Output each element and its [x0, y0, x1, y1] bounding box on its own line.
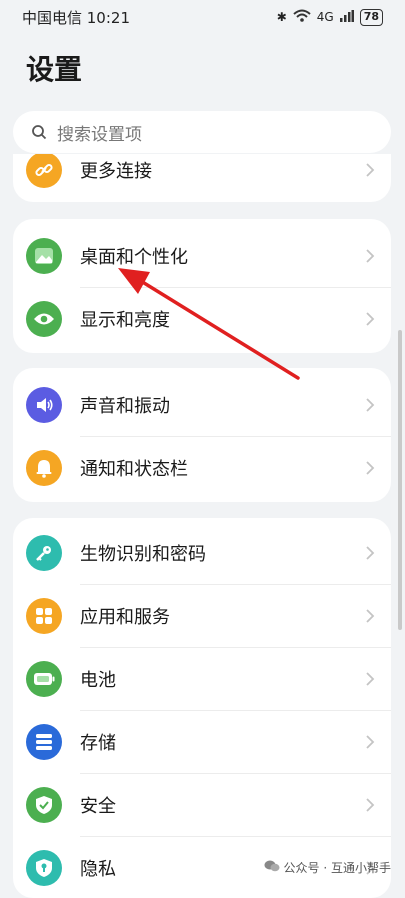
settings-item-label: 应用和服务 — [80, 607, 170, 628]
search-input[interactable]: 搜索设置项 — [13, 111, 391, 153]
watermark-text: 公众号 · 互通小帮手 — [283, 861, 391, 875]
settings-item-label: 声音和振动 — [80, 396, 170, 417]
status-bar: 中国电信 10:21 ✱ 4G 78 — [0, 0, 405, 34]
signal-icon — [339, 9, 354, 25]
card-sound-notifications: 声音和振动 通知和状态栏 — [13, 368, 391, 502]
bluetooth-icon: ✱ — [276, 10, 287, 24]
settings-item-more-connections[interactable]: 更多连接 — [13, 154, 391, 201]
card-security-apps: 生物识别和密码 应用和服务 电池 存储 安全 隐私 — [13, 518, 391, 898]
status-icons: ✱ 4G 78 — [276, 8, 383, 26]
eye-icon — [26, 301, 62, 337]
settings-item-apps-services[interactable]: 应用和服务 — [13, 585, 391, 647]
apps-icon — [26, 598, 62, 634]
link-icon — [26, 154, 62, 188]
settings-item-display-brightness[interactable]: 显示和亮度 — [13, 288, 391, 350]
settings-item-label: 显示和亮度 — [80, 310, 170, 331]
storage-icon — [26, 724, 62, 760]
chevron-right-icon — [366, 461, 375, 475]
chevron-right-icon — [366, 163, 375, 177]
card-display: 桌面和个性化 显示和亮度 — [13, 219, 391, 353]
card-connections: 更多连接 — [13, 154, 391, 202]
speaker-icon — [26, 387, 62, 423]
chevron-right-icon — [366, 672, 375, 686]
chevron-right-icon — [366, 546, 375, 560]
network-type: 4G — [316, 10, 334, 24]
wallpaper-icon — [26, 238, 62, 274]
battery-icon — [26, 661, 62, 697]
settings-item-sound-vibration[interactable]: 声音和振动 — [13, 374, 391, 436]
chevron-right-icon — [366, 798, 375, 812]
settings-item-label: 安全 — [80, 796, 116, 817]
battery-level: 78 — [359, 8, 383, 26]
settings-item-security[interactable]: 安全 — [13, 774, 391, 836]
settings-item-label: 桌面和个性化 — [80, 247, 188, 268]
shield-icon — [26, 787, 62, 823]
bell-icon — [26, 450, 62, 486]
wechat-icon — [264, 859, 280, 876]
chevron-right-icon — [366, 312, 375, 326]
settings-item-biometrics-password[interactable]: 生物识别和密码 — [13, 522, 391, 584]
watermark: 公众号 · 互通小帮手 — [264, 859, 391, 876]
settings-item-label: 更多连接 — [80, 161, 152, 182]
wifi-icon — [293, 9, 311, 26]
chevron-right-icon — [366, 609, 375, 623]
settings-item-notifications-statusbar[interactable]: 通知和状态栏 — [13, 437, 391, 499]
settings-item-label: 隐私 — [80, 859, 116, 880]
chevron-right-icon — [366, 398, 375, 412]
settings-item-storage[interactable]: 存储 — [13, 711, 391, 773]
search-icon — [32, 125, 47, 140]
page-title: 设置 — [26, 53, 83, 86]
settings-item-label: 电池 — [80, 670, 116, 691]
key-icon — [26, 535, 62, 571]
settings-item-label: 生物识别和密码 — [80, 544, 206, 565]
settings-item-label: 存储 — [80, 733, 116, 754]
carrier-time: 中国电信 10:21 — [22, 8, 130, 27]
search-placeholder: 搜索设置项 — [57, 124, 142, 145]
scrollbar[interactable] — [398, 330, 402, 630]
chevron-right-icon — [366, 249, 375, 263]
settings-item-battery[interactable]: 电池 — [13, 648, 391, 710]
settings-item-desktop-personalization[interactable]: 桌面和个性化 — [13, 225, 391, 287]
privacy-icon — [26, 850, 62, 886]
chevron-right-icon — [366, 735, 375, 749]
settings-item-label: 通知和状态栏 — [80, 459, 188, 480]
